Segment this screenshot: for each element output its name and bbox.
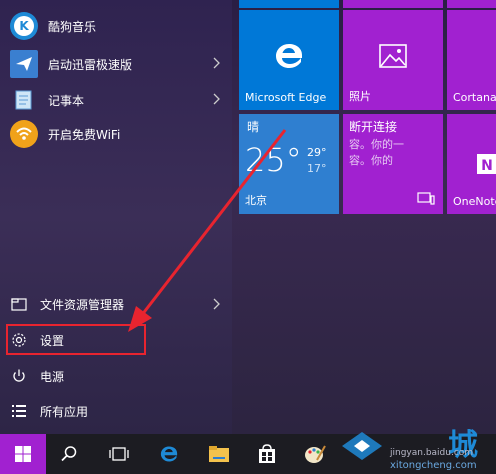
task-view-icon xyxy=(109,447,129,461)
power-label: 电源 xyxy=(40,369,65,384)
file-explorer-item[interactable]: 文件资源管理器 xyxy=(10,290,220,318)
taskbar-edge[interactable] xyxy=(146,434,192,474)
weather-condition: 晴 xyxy=(247,120,260,134)
search-icon xyxy=(61,446,77,462)
tile-top-partial-1[interactable] xyxy=(239,0,339,8)
svg-text:N: N xyxy=(481,158,493,174)
onenote-icon: N xyxy=(477,154,496,174)
xunlei-icon xyxy=(10,50,38,78)
taskbar-paint[interactable] xyxy=(292,434,338,474)
start-menu-app-list: K 酷狗音乐 启动迅雷极速版 记事本 开启免费WiFi 文件资源管理器 设置 电… xyxy=(0,0,232,434)
start-button[interactable] xyxy=(0,434,46,474)
app-label: 记事本 xyxy=(48,93,85,108)
connect-icon xyxy=(417,192,435,205)
folder-icon xyxy=(10,295,28,313)
start-menu: K 酷狗音乐 启动迅雷极速版 记事本 开启免费WiFi 文件资源管理器 设置 电… xyxy=(0,0,496,434)
windows-logo-icon xyxy=(15,446,31,462)
chevron-right-icon xyxy=(213,298,220,310)
tile-connect[interactable]: 断开连接 容。你的一 容。你的 xyxy=(343,114,443,214)
wifi-icon xyxy=(10,120,38,148)
watermark-logo-icon xyxy=(342,432,382,460)
tile-edge-label: Microsoft Edge xyxy=(245,91,327,104)
weather-temp: 25° xyxy=(245,141,302,179)
tile-weather[interactable]: 晴 25° 29° 17° 北京 xyxy=(239,114,339,214)
photo-icon xyxy=(379,44,407,68)
connect-subtitle-2: 容。你的 xyxy=(349,154,393,167)
taskbar-store[interactable] xyxy=(244,434,290,474)
watermark-url: xitongcheng.com xyxy=(390,460,477,471)
power-item[interactable]: 电源 xyxy=(10,362,220,390)
kugou-icon: K xyxy=(10,12,38,40)
tile-top-partial-2[interactable] xyxy=(343,0,443,8)
connect-subtitle: 容。你的一 xyxy=(349,138,404,151)
weather-city: 北京 xyxy=(245,194,267,207)
watermark-site: jingyan.baidu.com xyxy=(390,448,474,458)
file-explorer-label: 文件资源管理器 xyxy=(40,297,125,312)
paint-palette-icon xyxy=(305,445,326,463)
app-label: 酷狗音乐 xyxy=(48,19,97,34)
notepad-icon xyxy=(10,86,38,114)
tile-top-partial-3[interactable] xyxy=(447,0,496,8)
chevron-right-icon xyxy=(213,93,220,105)
app-label: 启动迅雷极速版 xyxy=(48,57,133,72)
tile-photos[interactable]: 照片 xyxy=(343,10,443,110)
store-icon xyxy=(259,444,275,463)
watermark: 城 jingyan.baidu.com xitongcheng.com xyxy=(340,418,496,474)
edge-icon xyxy=(276,44,302,68)
tile-photos-label: 照片 xyxy=(349,90,371,103)
tile-onenote-label: OneNote xyxy=(453,195,496,208)
settings-highlight-box xyxy=(6,324,146,355)
app-item-free-wifi[interactable]: 开启免费WiFi xyxy=(10,119,220,149)
connect-title: 断开连接 xyxy=(349,120,398,134)
app-item-notepad[interactable]: 记事本 xyxy=(10,85,220,115)
search-button[interactable] xyxy=(46,434,92,474)
tile-cortana[interactable]: Cortana xyxy=(447,10,496,110)
power-icon xyxy=(10,367,28,385)
folder-icon xyxy=(209,446,229,462)
app-label: 开启免费WiFi xyxy=(48,127,121,142)
tile-cortana-label: Cortana xyxy=(453,91,496,104)
tile-onenote[interactable]: N OneNote xyxy=(447,114,496,214)
list-icon xyxy=(10,402,28,420)
app-item-kugou[interactable]: K 酷狗音乐 xyxy=(10,11,220,41)
edge-icon xyxy=(160,446,178,462)
taskbar-file-explorer[interactable] xyxy=(196,434,242,474)
all-apps-item[interactable]: 所有应用 xyxy=(10,397,220,425)
tile-microsoft-edge[interactable]: Microsoft Edge xyxy=(239,10,339,110)
svg-text:K: K xyxy=(19,19,29,33)
weather-high: 29° xyxy=(307,146,327,159)
task-view-button[interactable] xyxy=(96,434,142,474)
weather-low: 17° xyxy=(307,162,327,175)
chevron-right-icon xyxy=(213,57,220,69)
all-apps-label: 所有应用 xyxy=(40,404,89,419)
app-item-xunlei[interactable]: 启动迅雷极速版 xyxy=(10,49,220,79)
